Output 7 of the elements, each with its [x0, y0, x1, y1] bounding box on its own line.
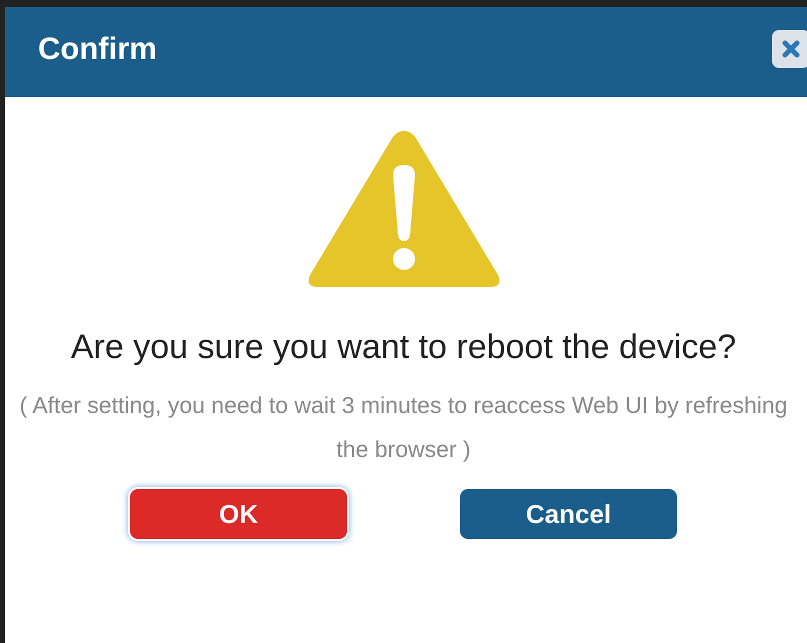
close-button[interactable]	[772, 30, 807, 68]
close-icon	[781, 39, 801, 59]
dialog-title: Confirm	[38, 31, 157, 67]
ok-button[interactable]: OK	[130, 489, 347, 539]
reboot-note: ( After setting, you need to wait 3 minutes to reaccess Web UI by refreshing the browser )	[18, 391, 788, 464]
confirm-message: Are you sure you want to reboot the device?	[70, 327, 738, 368]
cancel-button[interactable]: Cancel	[460, 489, 677, 539]
